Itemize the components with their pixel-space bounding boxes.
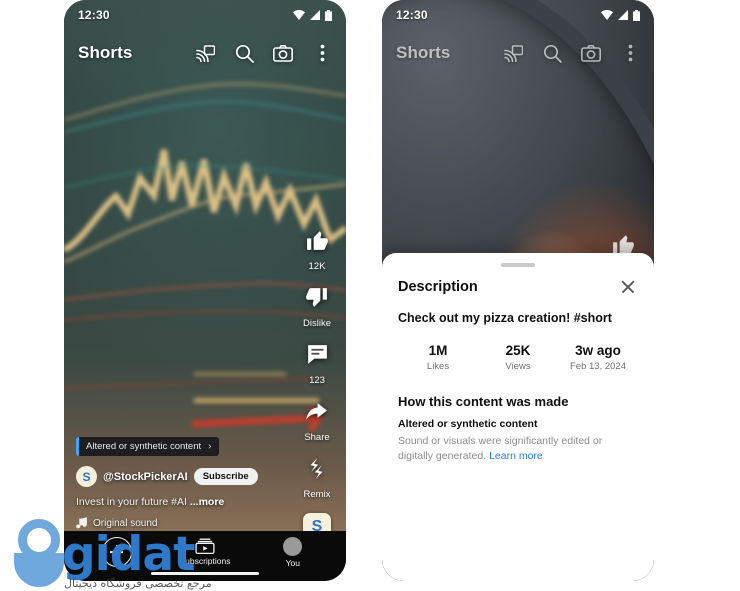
close-icon[interactable]	[618, 277, 638, 297]
stat-date: 3w ago Feb 13, 2024	[558, 343, 638, 372]
app-bar-left: Shorts	[64, 32, 346, 74]
chevron-right-icon: ›	[208, 440, 212, 452]
sound-label: Original sound	[93, 517, 158, 529]
cast-icon[interactable]	[503, 43, 523, 63]
subscriptions-tab[interactable]: Subscriptions	[179, 538, 231, 566]
subscriptions-label: Subscriptions	[179, 556, 231, 566]
status-icons	[293, 9, 332, 21]
share-icon	[304, 399, 329, 429]
more-vertical-icon[interactable]	[312, 43, 332, 63]
synthetic-content-chip[interactable]: Altered or synthetic content ›	[76, 437, 220, 456]
sheet-header: Description	[398, 277, 638, 297]
sheet-title: Description	[398, 278, 478, 295]
status-bar-right: 12:30	[382, 0, 654, 30]
home-indicator-left	[151, 572, 259, 575]
how-made-body: Sound or visuals were significantly edit…	[398, 434, 638, 464]
more-vertical-icon[interactable]	[620, 43, 640, 63]
like-button[interactable]: 12K	[305, 228, 330, 272]
channel-row: S @StockPickerAI Subscribe	[76, 466, 288, 487]
learn-more-link[interactable]: Learn more	[489, 450, 543, 462]
you-tab[interactable]: You	[269, 536, 317, 568]
sound-row[interactable]: Original sound	[76, 517, 288, 529]
thumbs-up-icon	[305, 228, 330, 258]
search-icon[interactable]	[542, 43, 562, 63]
battery-icon	[325, 9, 332, 21]
video-caption[interactable]: Invest in your future #AI ...more	[76, 496, 288, 508]
wifi-icon	[601, 9, 613, 20]
how-made-title: How this content was made	[398, 393, 569, 409]
date-label: Feb 13, 2024	[570, 360, 626, 372]
you-label: You	[285, 557, 300, 568]
views-value: 25K	[505, 342, 531, 358]
camera-icon[interactable]	[273, 43, 293, 63]
status-time: 12:30	[396, 8, 428, 22]
avatar[interactable]: S	[76, 466, 97, 487]
description-sheet: Description Check out my pizza creation!…	[382, 253, 654, 581]
share-button[interactable]: Share	[304, 399, 330, 443]
likes-label: Likes	[426, 360, 450, 372]
comment-count: 123	[309, 375, 325, 386]
signal-icon	[618, 9, 628, 20]
shorts-description-screen: 12:30 Shorts Description Check out my pi…	[382, 0, 654, 581]
caption-text: Invest in your future #AI	[76, 496, 190, 508]
stat-likes: 1M Likes	[398, 343, 478, 372]
plus-icon	[102, 537, 133, 567]
dislike-label: Dislike	[303, 318, 331, 329]
page-title: Shorts	[396, 43, 451, 62]
how-made-subtitle: Altered or synthetic content	[398, 417, 538, 430]
watermark-logo-mark	[10, 519, 68, 587]
phone-left: 12:30 Shorts 12K Dislike 123 Share Remix…	[64, 0, 346, 581]
phone-right: 12:30 Shorts Description Check out my pi…	[382, 0, 654, 581]
video-metadata: Altered or synthetic content › S @StockP…	[64, 436, 300, 529]
date-value: 3w ago	[575, 342, 621, 358]
status-time: 12:30	[78, 8, 110, 22]
signal-icon	[310, 9, 320, 20]
stat-views: 25K Views	[478, 343, 558, 372]
account-avatar-icon	[283, 536, 303, 556]
status-bar-left: 12:30	[64, 0, 346, 30]
status-icons	[601, 9, 640, 21]
battery-icon	[633, 9, 640, 21]
thumbs-down-icon	[304, 285, 329, 315]
remix-icon	[304, 456, 329, 486]
app-bar-right: Shorts	[382, 32, 654, 74]
search-icon[interactable]	[234, 43, 254, 63]
share-label: Share	[304, 432, 330, 443]
likes-value: 1M	[428, 342, 448, 358]
views-label: Views	[505, 360, 531, 372]
page-title: Shorts	[78, 43, 133, 62]
stats-row: 1M Likes 25K Views 3w ago Feb 13, 2024	[398, 343, 638, 372]
create-button[interactable]	[93, 537, 141, 567]
comment-icon	[305, 342, 330, 372]
remix-label: Remix	[303, 489, 331, 500]
action-rail: 12K Dislike 123 Share Remix S	[294, 228, 340, 541]
wifi-icon	[293, 9, 305, 20]
remix-button[interactable]: Remix	[303, 456, 331, 500]
drag-handle[interactable]	[501, 263, 535, 267]
camera-icon[interactable]	[581, 43, 601, 63]
like-count: 12K	[308, 261, 326, 272]
dislike-button[interactable]: Dislike	[303, 285, 331, 329]
subscriptions-icon	[195, 538, 215, 554]
music-note-icon	[76, 517, 87, 529]
cast-icon[interactable]	[195, 43, 215, 63]
screenshot-stage: 12:30 Shorts 12K Dislike 123 Share Remix…	[0, 0, 740, 591]
channel-handle[interactable]: @StockPickerAI	[103, 471, 188, 483]
video-description: Check out my pizza creation! #short	[398, 310, 612, 325]
shorts-player-screen: 12:30 Shorts 12K Dislike 123 Share Remix…	[64, 0, 346, 581]
subscribe-button[interactable]: Subscribe	[193, 468, 258, 485]
synthetic-content-label: Altered or synthetic content	[86, 441, 202, 452]
comments-button[interactable]: 123	[305, 342, 330, 386]
caption-more-link[interactable]: ...more	[190, 496, 224, 508]
